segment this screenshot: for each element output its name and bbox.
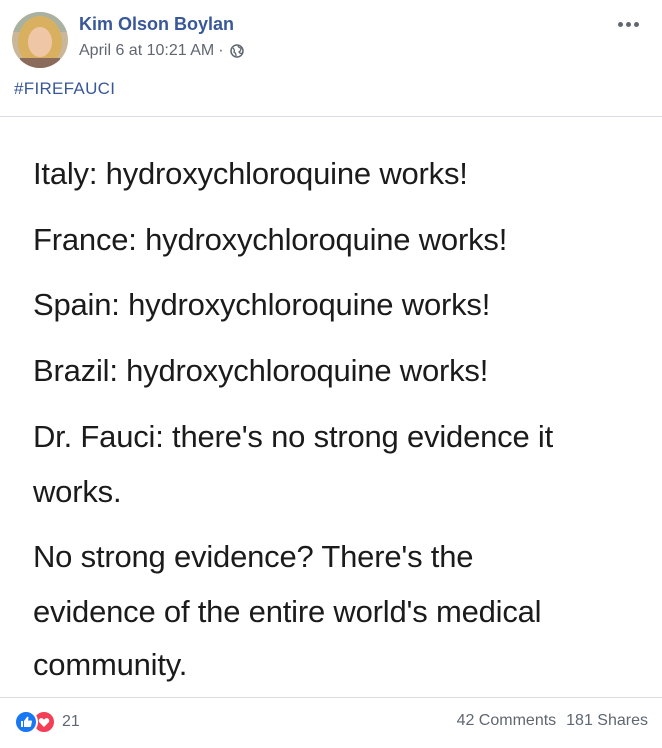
shares-count-link[interactable]: 181 Shares [566, 712, 648, 730]
globe-icon[interactable] [229, 44, 244, 58]
more-options-icon[interactable] [618, 18, 644, 30]
post-stats: 42 Comments 181 Shares [457, 712, 648, 730]
post-image[interactable]: Italy: hydroxychloroquine works! France:… [0, 117, 662, 697]
post-header: Kim Olson Boylan April 6 at 10:21 AM · [0, 0, 662, 78]
image-text-line: evidence of the entire world's medical [33, 594, 542, 629]
reactions-summary[interactable]: 21 [14, 710, 80, 734]
image-text-line: Brazil: hydroxychloroquine works! [33, 353, 489, 388]
image-text-line: works. [33, 474, 122, 509]
like-icon [14, 710, 38, 734]
avatar-image [12, 12, 68, 68]
reaction-count: 21 [62, 713, 80, 730]
avatar[interactable] [12, 12, 68, 68]
image-text-line: France: hydroxychloroquine works! [33, 222, 508, 257]
hashtag-link[interactable]: #FIREFAUCI [14, 79, 115, 99]
meta-separator: · [218, 42, 224, 59]
image-text-line: Dr. Fauci: there's no strong evidence it [33, 419, 554, 454]
comments-count-link[interactable]: 42 Comments [457, 712, 557, 730]
post-footer: 21 42 Comments 181 Shares [0, 698, 662, 748]
author-name[interactable]: Kim Olson Boylan [79, 14, 234, 35]
image-text-line: Spain: hydroxychloroquine works! [33, 287, 491, 322]
image-text-line: No strong evidence? There's the [33, 539, 474, 574]
post-timestamp[interactable]: April 6 at 10:21 AM [79, 42, 214, 60]
image-text-line: Italy: hydroxychloroquine works! [33, 156, 468, 191]
image-text-line: community. [33, 647, 188, 682]
post-meta: April 6 at 10:21 AM · [79, 42, 244, 60]
